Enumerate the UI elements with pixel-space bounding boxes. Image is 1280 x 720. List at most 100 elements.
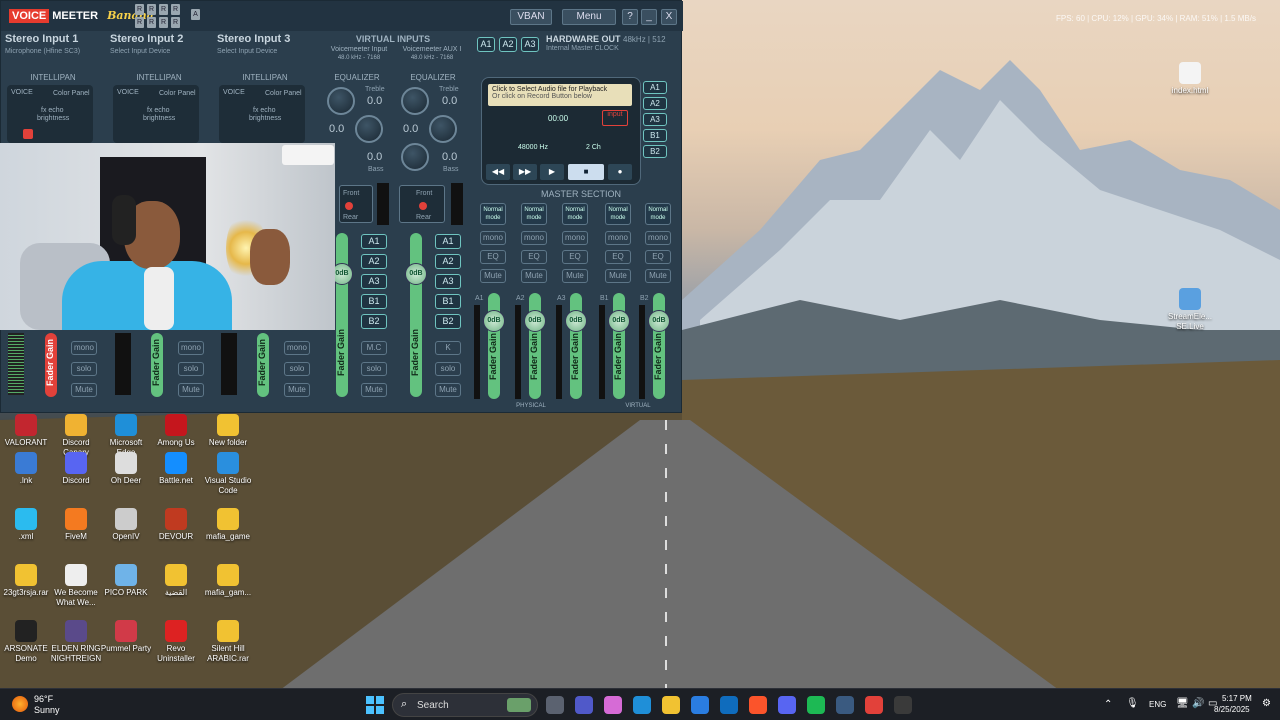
start-button[interactable]: [366, 696, 384, 714]
strip-1-title[interactable]: Stereo Input 1: [5, 33, 78, 45]
fader-strip-2[interactable]: Fader Gain: [151, 333, 163, 397]
intellipan-pad-2[interactable]: VOICE Color Panel fx echo brightness: [113, 85, 199, 143]
notification-icon[interactable]: ⚙: [1262, 698, 1271, 709]
desktop-icon[interactable]: mafia_game: [202, 508, 254, 542]
solo-button[interactable]: solo: [361, 362, 387, 376]
normal-mode-button[interactable]: Normal mode: [480, 203, 506, 225]
volume-icon[interactable]: 🔊: [1192, 698, 1204, 709]
pan-box-2[interactable]: Front Rear: [399, 185, 445, 223]
eq-treble-knob-2[interactable]: [401, 87, 429, 115]
pan-box-1[interactable]: Front Rear: [339, 185, 373, 223]
play-button[interactable]: ▶: [540, 164, 564, 180]
solo-button[interactable]: solo: [284, 362, 310, 376]
teams-icon[interactable]: [575, 696, 593, 714]
stop-button[interactable]: ■: [568, 164, 604, 180]
k-button[interactable]: K: [435, 341, 461, 355]
desktop-icon[interactable]: .xml: [0, 508, 52, 542]
close-button[interactable]: X: [661, 9, 677, 25]
rewind-button[interactable]: ◀◀: [486, 164, 510, 180]
master-mono-button[interactable]: mono: [521, 231, 547, 245]
tape-display[interactable]: Click to Select Audio file for Playback …: [488, 84, 632, 106]
master-mute-button[interactable]: Mute: [605, 269, 631, 283]
language-indicator[interactable]: ENG: [1149, 700, 1166, 709]
mc-button[interactable]: M.C: [361, 341, 387, 355]
bus-button-b1[interactable]: B1: [435, 294, 461, 309]
fader-strip-3[interactable]: Fader Gain: [257, 333, 269, 397]
desktop-icon[interactable]: mafia_gam...: [202, 564, 254, 598]
master-mono-button[interactable]: mono: [645, 231, 671, 245]
voicemeeter-icon[interactable]: [865, 696, 883, 714]
master-fader-knob[interactable]: 0dB: [648, 310, 670, 332]
master-mute-button[interactable]: Mute: [562, 269, 588, 283]
normal-mode-button[interactable]: Normal mode: [562, 203, 588, 225]
clock-time[interactable]: 5:17 PM: [1222, 694, 1252, 703]
master-eq-button[interactable]: EQ: [562, 250, 588, 264]
desktop-icon[interactable]: OpenIV: [100, 508, 152, 542]
master-fader-knob[interactable]: 0dB: [524, 310, 546, 332]
brave-icon[interactable]: [749, 696, 767, 714]
hw-out-a3[interactable]: A3: [521, 37, 539, 52]
mono-button[interactable]: mono: [284, 341, 310, 355]
desktop-icon[interactable]: Revo Uninstaller: [150, 620, 202, 664]
file-explorer-icon[interactable]: [662, 696, 680, 714]
desktop-icon[interactable]: Oh Deer: [100, 452, 152, 486]
master-fader[interactable]: Fader Gain: [488, 293, 500, 399]
help-button[interactable]: ?: [622, 9, 638, 25]
mute-button[interactable]: Mute: [71, 383, 97, 397]
bus-button-a3[interactable]: A3: [435, 274, 461, 289]
normal-mode-button[interactable]: Normal mode: [605, 203, 631, 225]
desktop-icon[interactable]: DEVOUR: [150, 508, 202, 542]
bus-button-a3[interactable]: A3: [361, 274, 387, 289]
eq-bass-knob-2[interactable]: [401, 143, 429, 171]
desktop-icon[interactable]: Silent Hill ARABIC.rar: [202, 620, 254, 664]
intellipan-pad-1[interactable]: VOICE Color Panel fx echo brightness: [7, 85, 93, 143]
master-eq-button[interactable]: EQ: [645, 250, 671, 264]
desktop-icon[interactable]: Battle.net: [150, 452, 202, 486]
strip-2-device[interactable]: Select Input Device: [110, 48, 170, 55]
bus-button-a1[interactable]: A1: [435, 234, 461, 249]
task-view-icon[interactable]: [546, 696, 564, 714]
bus-button-a2[interactable]: A2: [435, 254, 461, 269]
pan-cursor[interactable]: [419, 202, 427, 210]
master-eq-button[interactable]: EQ: [480, 250, 506, 264]
mute-button[interactable]: Mute: [435, 383, 461, 397]
master-mono-button[interactable]: mono: [562, 231, 588, 245]
microphone-icon[interactable]: 🎙: [1126, 698, 1139, 709]
desktop-icon[interactable]: FiveM: [50, 508, 102, 542]
bus-button-a2[interactable]: A2: [361, 254, 387, 269]
bus-button-b1[interactable]: B1: [361, 294, 387, 309]
intellipan-pad-3[interactable]: VOICE Color Panel fx echo brightness: [219, 85, 305, 143]
spotify-icon[interactable]: [807, 696, 825, 714]
bus-button-a1[interactable]: A1: [361, 234, 387, 249]
desktop-icon[interactable]: Pummel Party: [100, 620, 152, 654]
master-mono-button[interactable]: mono: [605, 231, 631, 245]
solo-button[interactable]: solo: [71, 362, 97, 376]
strip-2-title[interactable]: Stereo Input 2: [110, 33, 183, 45]
network-icon[interactable]: 🖥: [1176, 698, 1189, 709]
outlook-icon[interactable]: [720, 696, 738, 714]
tape-bus-button-a2[interactable]: A2: [643, 97, 667, 110]
weather-widget[interactable]: 96°F Sunny: [12, 693, 82, 717]
minimize-button[interactable]: _: [641, 9, 657, 25]
desktop-icon[interactable]: ELDEN RING NIGHTREIGN: [50, 620, 102, 664]
vban-button[interactable]: VBAN: [510, 9, 552, 25]
master-fader-knob[interactable]: 0dB: [608, 310, 630, 332]
hw-out-a2[interactable]: A2: [499, 37, 517, 52]
eq-treble-knob-1[interactable]: [327, 87, 355, 115]
mono-button[interactable]: mono: [71, 341, 97, 355]
desktop-icon[interactable]: .lnk: [0, 452, 52, 486]
menu-button[interactable]: Menu: [562, 9, 616, 25]
tape-bus-button-b1[interactable]: B1: [643, 129, 667, 142]
master-fader[interactable]: Fader Gain: [613, 293, 625, 399]
tape-input-indicator[interactable]: input: [602, 110, 628, 126]
mute-button[interactable]: Mute: [284, 383, 310, 397]
tray-chevron-icon[interactable]: ⌃: [1104, 699, 1112, 710]
master-mute-button[interactable]: Mute: [521, 269, 547, 283]
clock-date[interactable]: 8/25/2025: [1214, 705, 1250, 714]
tape-bus-button-a1[interactable]: A1: [643, 81, 667, 94]
mute-button[interactable]: Mute: [361, 383, 387, 397]
tape-bus-button-a3[interactable]: A3: [643, 113, 667, 126]
strip-3-title[interactable]: Stereo Input 3: [217, 33, 290, 45]
obs-icon[interactable]: [894, 696, 912, 714]
master-eq-button[interactable]: EQ: [605, 250, 631, 264]
